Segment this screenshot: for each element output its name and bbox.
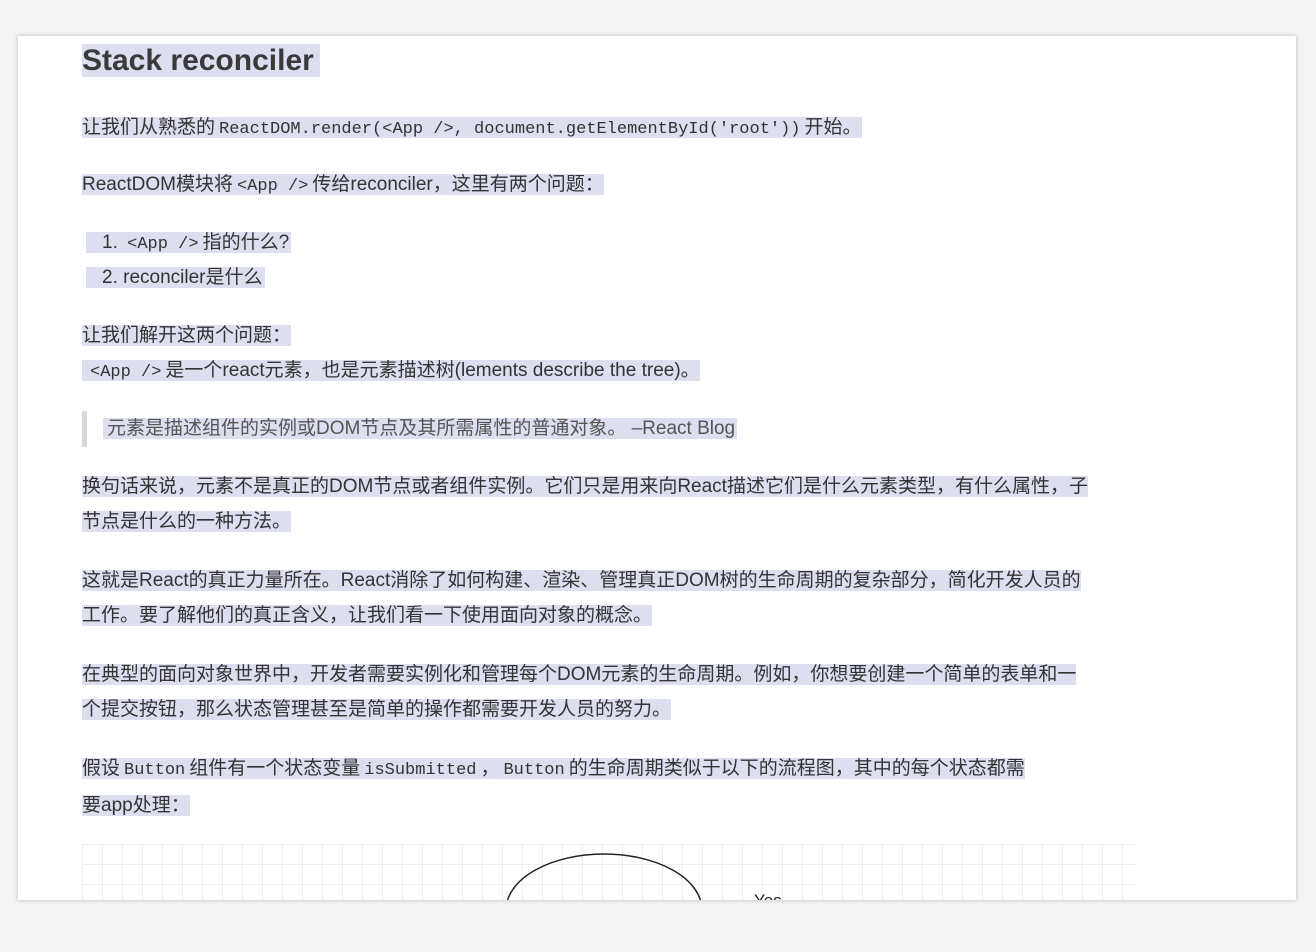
inline-code: Button [124, 761, 186, 780]
paragraph-oop: 在典型的面向对象世界中，开发者需要实例化和管理每个DOM元素的生命周期。例如，你… [82, 664, 1077, 720]
list-item: 2. reconciler是什么 [86, 260, 265, 295]
paragraph-button: 假设 Button 组件有一个状态变量 isSubmitted， Button 的生命周期… [82, 758, 1025, 816]
paragraph-questions: 让我们解开这两个问题： <App /> 是一个react元素，也是元素描述树(le… [82, 325, 700, 382]
inline-code: <App /> [90, 363, 162, 382]
flowchart-image: Yes [82, 844, 1136, 900]
paragraph-elements: 换句话来说，元素不是真正的DOM节点或者组件实例。它们只是用来向React描述它… [82, 476, 1088, 532]
paragraph-reactdom: ReactDOM模块将 <App /> 传给reconciler，这里有两个问题： [82, 174, 604, 196]
flowchart-svg: Yes [506, 853, 782, 900]
inline-code: isSubmitted [364, 761, 477, 780]
flowchart-state-node [506, 853, 702, 900]
intro-text: 让我们从熟悉的 ReactDOM.render(<App />, document… [82, 117, 862, 139]
flowchart-yes-label: Yes [754, 891, 782, 900]
inline-code: <App /> [236, 177, 309, 196]
inline-code: Button [503, 761, 565, 780]
inline-code: ReactDOM.render(<App />, document.getEle… [219, 120, 801, 139]
inline-code: <App /> [127, 235, 199, 254]
article-page: Stack reconciler 让我们从熟悉的 ReactDOM.render(… [18, 36, 1296, 900]
paragraph-power: 这就是React的真正力量所在。React消除了如何构建、渲染、管理真正DOM树… [82, 570, 1081, 626]
paragraph-intro: 让我们从熟悉的 ReactDOM.render(<App />, document… [82, 110, 1232, 147]
section-heading: Stack reconciler [82, 44, 320, 78]
blockquote: 元素是描述组件的实例或DOM节点及其所需属性的普通对象。 –React Blog [82, 411, 738, 447]
list-item: 1. <App /> 指的什么? [86, 225, 292, 262]
